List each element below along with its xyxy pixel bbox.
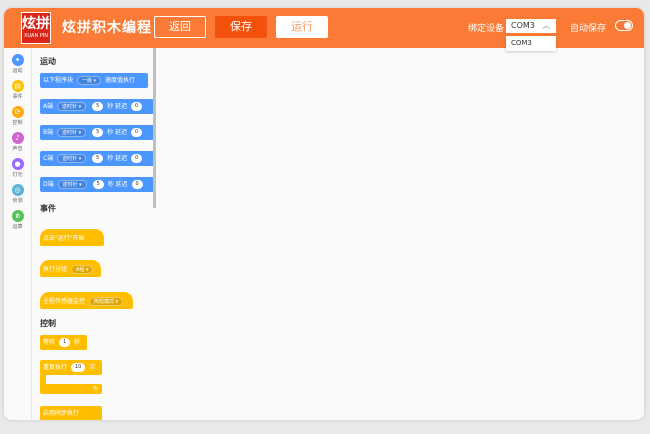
direction-dropdown[interactable]: 逆时针 ▾ bbox=[57, 128, 87, 137]
delay-input[interactable]: 0 bbox=[131, 128, 143, 137]
dropdown-value: 逆时针 bbox=[62, 182, 78, 188]
block-text: 以下程序块 bbox=[43, 77, 74, 84]
speed-input[interactable]: 5 bbox=[92, 102, 104, 111]
group-dropdown[interactable]: A组 ▾ bbox=[70, 265, 94, 274]
block-port: A端 bbox=[43, 103, 54, 110]
sidebar-item-label: 灯光 bbox=[12, 172, 23, 178]
speed-level-dropdown[interactable]: 一级 ▾ bbox=[76, 76, 102, 85]
block-motor-a[interactable]: A端 逆时针 ▾ 5 秒 延迟 0 bbox=[40, 99, 154, 114]
delay-input[interactable]: 0 bbox=[131, 102, 143, 111]
app-window: 炫拼 XUAN PIN 炫拼积木编程 返回 保存 运行 绑定设备 COM3 ︿ … bbox=[4, 8, 644, 420]
block-palette: 运动 以下程序块 一级 ▾ 速度值执行 A端 逆时针 ▾ 5 秒 延迟 0 B端… bbox=[32, 48, 154, 420]
block-text: 重复执行 bbox=[43, 364, 68, 371]
wait-seconds-input[interactable]: 1 bbox=[58, 338, 71, 347]
block-text: 秒 bbox=[74, 339, 81, 346]
block-sync-exec[interactable]: 启用同步执行 bbox=[40, 406, 102, 420]
script-workspace[interactable] bbox=[156, 48, 644, 420]
autosave-label: 自动保存 bbox=[570, 24, 607, 34]
back-button[interactable]: 返回 bbox=[154, 16, 206, 38]
sidebar-item-sensor[interactable]: ◎ 侦测 bbox=[4, 184, 31, 204]
sensor-icon: ◎ bbox=[11, 184, 24, 196]
port-option-com3[interactable]: COM3 bbox=[511, 39, 532, 47]
dropdown-value: 逆时针 bbox=[62, 156, 78, 162]
category-sidebar: ✦ 运动 ▤ 事件 ⟳ 控制 ♪ 声音 ● 灯光 ◎ 侦测 ⋔ 运算 bbox=[4, 48, 32, 420]
section-title-motion: 运动 bbox=[40, 57, 56, 66]
app-title: 炫拼积木编程 bbox=[62, 20, 152, 36]
block-when-run-clicked[interactable]: 点击"运行"开始 bbox=[40, 229, 104, 246]
sidebar-item-light[interactable]: ● 灯光 bbox=[4, 158, 31, 178]
port-select[interactable]: COM3 ︿ bbox=[506, 19, 556, 33]
delay-input[interactable]: 0 bbox=[131, 180, 143, 189]
block-text: 速度值执行 bbox=[104, 77, 135, 84]
dropdown-value: 简短模式 bbox=[93, 299, 114, 305]
block-port: B端 bbox=[43, 129, 54, 136]
block-port: C端 bbox=[43, 155, 54, 162]
block-text: 次 bbox=[89, 364, 96, 371]
block-text: 秒 延迟 bbox=[107, 129, 128, 136]
brand-logo: 炫拼 XUAN PIN bbox=[21, 12, 51, 44]
dropdown-value: 逆时针 bbox=[62, 130, 78, 136]
block-motor-d[interactable]: D端 逆时针 ▾ 5 秒 延迟 0 bbox=[40, 177, 154, 192]
delay-input[interactable]: 0 bbox=[131, 154, 143, 163]
sidebar-item-operator[interactable]: ⋔ 运算 bbox=[4, 210, 31, 230]
block-port: D端 bbox=[43, 181, 54, 188]
port-select-value: COM3 bbox=[511, 21, 535, 30]
block-run-group[interactable]: 执行分组 A组 ▾ bbox=[40, 260, 101, 277]
section-title-event: 事件 bbox=[40, 204, 56, 213]
block-text: 秒 延迟 bbox=[107, 155, 128, 162]
block-text: 执行分组 bbox=[43, 266, 68, 273]
section-title-control: 控制 bbox=[40, 319, 56, 328]
save-button[interactable]: 保存 bbox=[215, 16, 267, 38]
dropdown-value: A组 bbox=[75, 267, 85, 273]
block-text: 秒 延迟 bbox=[107, 181, 128, 188]
autosave-toggle[interactable] bbox=[615, 20, 633, 31]
block-text: 点击"运行"开始 bbox=[43, 235, 85, 242]
bind-device-label: 绑定设备 bbox=[468, 24, 505, 34]
dropdown-value: 逆时针 bbox=[62, 104, 78, 110]
sidebar-item-label: 控制 bbox=[12, 120, 23, 126]
logo-main-text: 炫拼 bbox=[22, 16, 50, 32]
control-icon: ⟳ bbox=[11, 106, 24, 118]
block-wait[interactable]: 等待 1 秒 bbox=[40, 335, 87, 350]
sidebar-item-event[interactable]: ▤ 事件 bbox=[4, 80, 31, 100]
sidebar-item-label: 声音 bbox=[12, 146, 23, 152]
direction-dropdown[interactable]: 逆时针 ▾ bbox=[57, 154, 87, 163]
operator-icon: ⋔ bbox=[11, 210, 24, 222]
block-text: 全程传感器监控 bbox=[43, 298, 86, 305]
sound-icon: ♪ bbox=[11, 132, 24, 144]
event-icon: ▤ bbox=[11, 80, 24, 92]
direction-dropdown[interactable]: 逆时针 ▾ bbox=[57, 102, 87, 111]
sidebar-item-label: 运算 bbox=[12, 224, 23, 230]
sidebar-item-label: 侦测 bbox=[12, 198, 23, 204]
block-text: 等待 bbox=[43, 339, 56, 346]
run-button[interactable]: 运行 bbox=[276, 16, 328, 38]
direction-dropdown[interactable]: 逆时针 ▾ bbox=[57, 180, 87, 189]
sidebar-item-sound[interactable]: ♪ 声音 bbox=[4, 132, 31, 152]
repeat-block-footer: ↻ bbox=[40, 384, 102, 394]
loop-arrow-icon: ↻ bbox=[92, 385, 98, 392]
block-repeat[interactable]: 重复执行 10 次 bbox=[40, 360, 102, 375]
light-icon: ● bbox=[11, 158, 24, 170]
toggle-knob bbox=[624, 22, 631, 29]
block-motor-b[interactable]: B端 逆时针 ▾ 5 秒 延迟 0 bbox=[40, 125, 154, 140]
chevron-up-icon: ︿ bbox=[542, 21, 550, 30]
speed-input[interactable]: 5 bbox=[92, 128, 104, 137]
sidebar-item-label: 运动 bbox=[12, 68, 23, 74]
run-icon: ✦ bbox=[11, 54, 24, 66]
sidebar-item-motion[interactable]: ✦ 运动 bbox=[4, 54, 31, 74]
block-text: 启用同步执行 bbox=[43, 410, 80, 417]
mode-dropdown[interactable]: 简短模式 ▾ bbox=[88, 297, 124, 306]
block-text: 秒 延迟 bbox=[107, 103, 128, 110]
repeat-count-input[interactable]: 10 bbox=[70, 363, 86, 372]
block-sensor-monitor[interactable]: 全程传感器监控 简短模式 ▾ bbox=[40, 292, 133, 309]
logo-sub-text: XUAN PIN bbox=[23, 33, 49, 39]
port-dropdown-menu: COM3 bbox=[506, 36, 556, 51]
block-motor-c[interactable]: C端 逆时针 ▾ 5 秒 延迟 0 bbox=[40, 151, 154, 166]
dropdown-value: 一级 bbox=[81, 78, 92, 84]
sidebar-item-label: 事件 bbox=[12, 94, 23, 100]
block-speed-level[interactable]: 以下程序块 一级 ▾ 速度值执行 bbox=[40, 73, 148, 88]
sidebar-item-control[interactable]: ⟳ 控制 bbox=[4, 106, 31, 126]
speed-input[interactable]: 5 bbox=[92, 180, 104, 189]
speed-input[interactable]: 5 bbox=[92, 154, 104, 163]
